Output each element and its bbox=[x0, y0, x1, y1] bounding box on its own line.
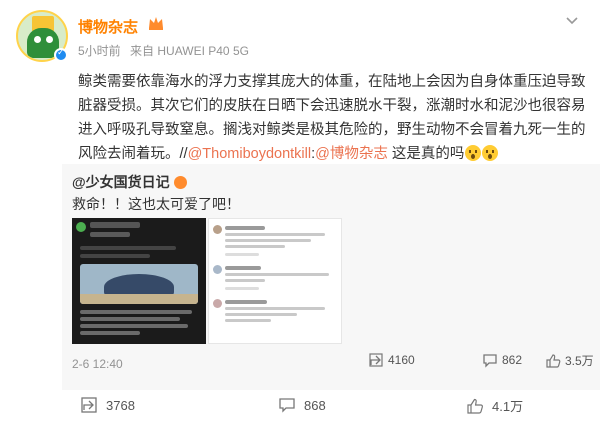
repost-comment-button[interactable]: 862 bbox=[482, 352, 522, 368]
share-icon bbox=[81, 397, 97, 413]
repost-author[interactable]: @少女国货日记 bbox=[72, 172, 187, 192]
repost-text: 救命！！这也太可爱了吧！ bbox=[72, 196, 240, 212]
post-header: 博物杂志 5小时前 来自 HUAWEI P40 5G bbox=[16, 10, 584, 66]
crown-icon bbox=[149, 17, 163, 30]
verified-icon bbox=[54, 47, 68, 62]
repost-image[interactable] bbox=[208, 218, 342, 344]
repost-box[interactable]: @少女国货日记 救命！！这也太可爱了吧！ 2-6 12:40 4160 862 … bbox=[62, 164, 600, 422]
post-source: 来自 HUAWEI P40 5G bbox=[130, 44, 249, 58]
repost-like-count: 3.5万 bbox=[565, 354, 594, 368]
repost-comment-count: 862 bbox=[502, 353, 523, 367]
more-icon[interactable] bbox=[564, 12, 580, 28]
comment-icon bbox=[279, 398, 295, 413]
like-icon bbox=[467, 398, 483, 414]
comment-icon bbox=[483, 354, 497, 368]
emoji-icon bbox=[482, 145, 499, 161]
post-body-text: 这是真的吗 bbox=[387, 146, 465, 162]
post-time[interactable]: 5小时前 bbox=[78, 44, 121, 58]
repost-like-button[interactable]: 3.5万 bbox=[545, 352, 594, 369]
emoji-icon bbox=[465, 145, 482, 161]
like-count: 4.1万 bbox=[492, 399, 524, 414]
author-name[interactable]: 博物杂志 bbox=[78, 16, 138, 37]
share-count: 3768 bbox=[106, 397, 135, 413]
action-bar: 3768 868 4.1万 bbox=[0, 390, 600, 422]
post-text: 鲸类需要依靠海水的浮力支撑其庞大的体重，在陆地上会因为自身体重压迫导致脏器受损。… bbox=[78, 70, 588, 166]
comment-count: 868 bbox=[304, 397, 326, 413]
share-button[interactable]: 3768 bbox=[80, 396, 135, 414]
repost-image[interactable] bbox=[72, 218, 206, 344]
comment-button[interactable]: 868 bbox=[278, 396, 326, 414]
repost-time[interactable]: 2-6 12:40 bbox=[72, 357, 123, 371]
share-icon bbox=[369, 353, 383, 367]
mention-link[interactable]: @博物杂志 bbox=[315, 146, 388, 162]
like-button[interactable]: 4.1万 bbox=[466, 396, 523, 415]
badge-icon bbox=[173, 176, 187, 189]
repost-share-button[interactable]: 4160 bbox=[368, 352, 415, 368]
like-icon bbox=[546, 353, 561, 368]
repost-share-count: 4160 bbox=[388, 353, 415, 367]
mention-link[interactable]: @Thomiboydontkill bbox=[188, 146, 312, 162]
post-meta: 5小时前 来自 HUAWEI P40 5G bbox=[78, 42, 255, 59]
